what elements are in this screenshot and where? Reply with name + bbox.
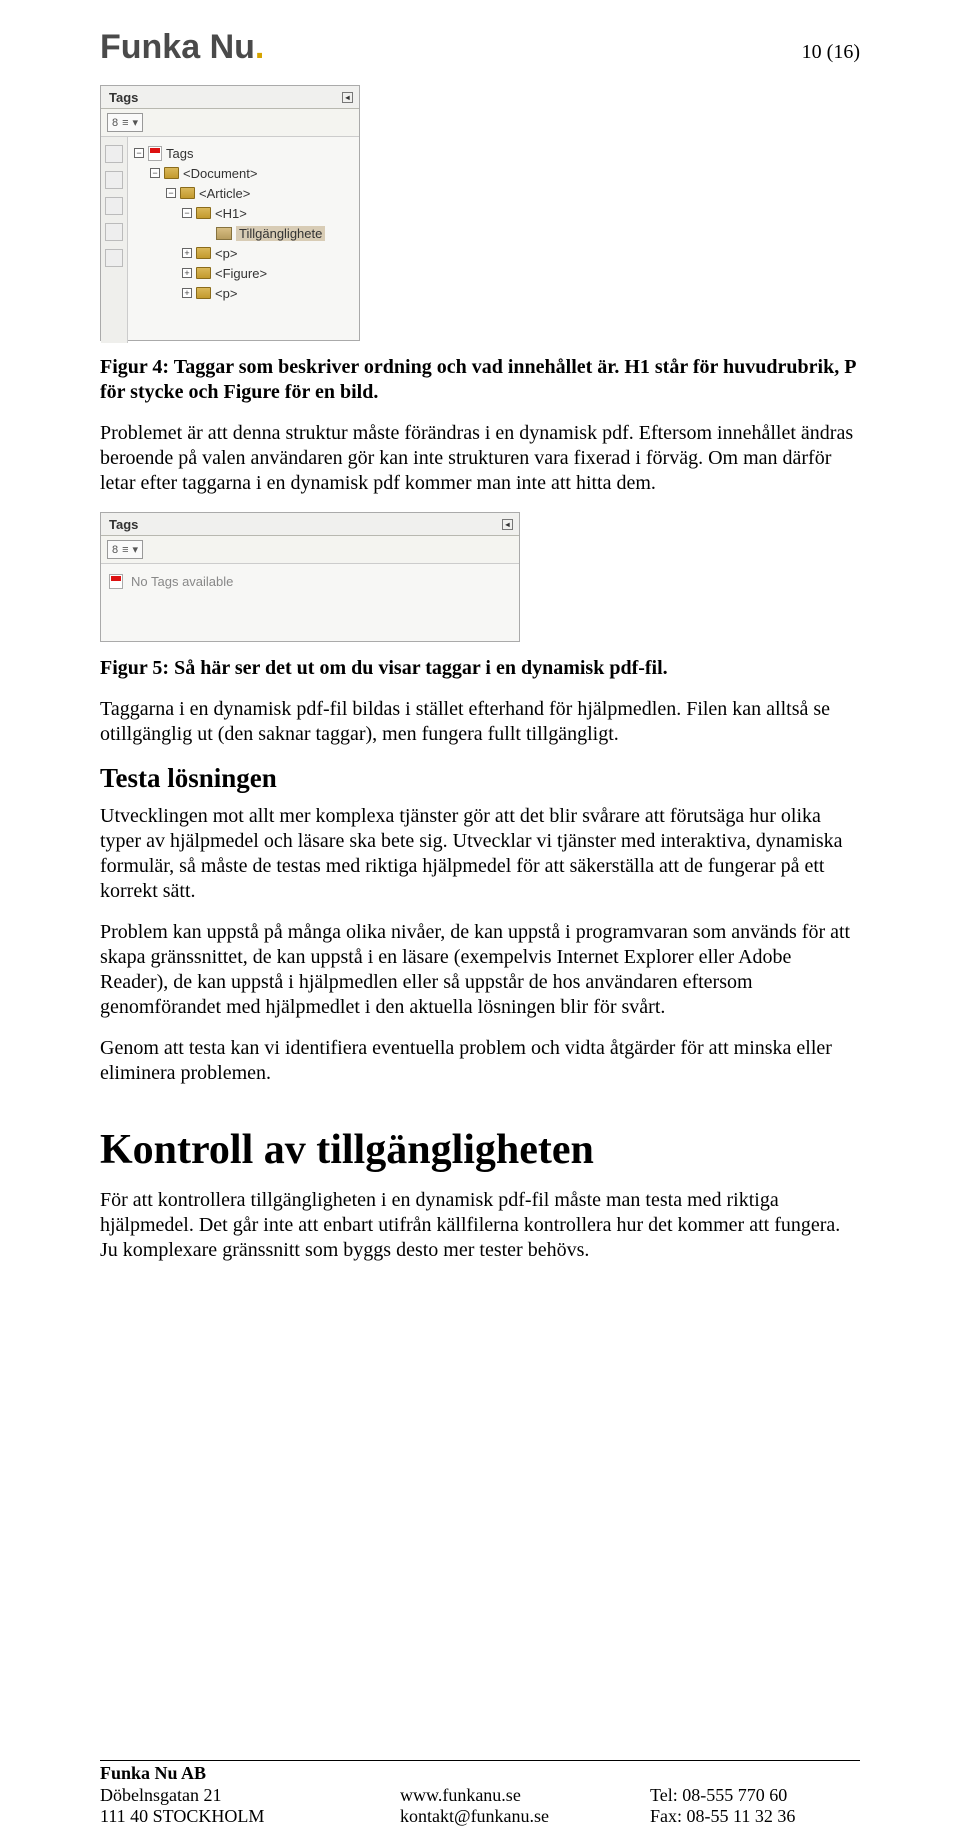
side-icon bbox=[105, 223, 123, 241]
tags-panel-screenshot-1: Tags ◂ 8 ≡ ▾ − Tags bbox=[100, 85, 360, 341]
dropdown-label: 8 bbox=[112, 544, 118, 556]
tree-row-p2: + <p> bbox=[134, 283, 355, 303]
tree-label: <Article> bbox=[199, 186, 250, 201]
footer-url: www.funkanu.se bbox=[400, 1785, 650, 1807]
collapse-icon: − bbox=[166, 188, 176, 198]
logo-text: Funka Nu bbox=[100, 28, 255, 66]
side-icon bbox=[105, 249, 123, 267]
page-header: Funka Nu. 10 (16) bbox=[100, 28, 860, 67]
tag-icon bbox=[196, 247, 211, 259]
tag-icon bbox=[180, 187, 195, 199]
tag-icon bbox=[196, 287, 211, 299]
chevron-down-icon: ▾ bbox=[133, 116, 139, 129]
dropdown-label: 8 bbox=[112, 117, 118, 129]
side-icon bbox=[105, 197, 123, 215]
logo-dot: . bbox=[255, 28, 264, 66]
collapse-icon: − bbox=[150, 168, 160, 178]
tree-label: <Figure> bbox=[215, 266, 267, 281]
panel-header: Tags ◂ bbox=[101, 513, 519, 536]
tree-row-p: + <p> bbox=[134, 243, 355, 263]
tree-row-content: Tillgänglighete bbox=[134, 223, 355, 243]
footer-email: kontakt@funkanu.se bbox=[400, 1806, 650, 1828]
pdf-icon bbox=[109, 574, 123, 589]
tree-label: <Document> bbox=[183, 166, 257, 181]
menu-icon: ≡ bbox=[122, 544, 128, 556]
side-toolbar bbox=[101, 137, 128, 343]
options-dropdown: 8 ≡ ▾ bbox=[107, 540, 143, 559]
tree-label: <p> bbox=[215, 246, 237, 261]
paragraph-2: Taggarna i en dynamisk pdf-fil bildas i … bbox=[100, 697, 860, 747]
menu-icon: ≡ bbox=[122, 117, 128, 129]
tree-label: <p> bbox=[215, 286, 237, 301]
panel-title: Tags bbox=[109, 90, 138, 105]
figure-5-caption: Figur 5: Så här ser det ut om du visar t… bbox=[100, 656, 860, 681]
tag-icon bbox=[196, 207, 211, 219]
footer-company: Funka Nu AB bbox=[100, 1763, 400, 1785]
tree-row-root: − Tags bbox=[134, 143, 355, 163]
tags-tree: − Tags − <Document> − <Article> − bbox=[128, 137, 359, 343]
panel-toolbar: 8 ≡ ▾ bbox=[101, 109, 359, 137]
footer-fax: Fax: 08-55 11 32 36 bbox=[650, 1806, 860, 1828]
paragraph-3: Utvecklingen mot allt mer komplexa tjäns… bbox=[100, 804, 860, 904]
panel-collapse-icon: ◂ bbox=[502, 519, 513, 530]
tree-label: Tags bbox=[166, 146, 193, 161]
panel-title: Tags bbox=[109, 517, 138, 532]
page-number: 10 (16) bbox=[802, 41, 860, 64]
tags-panel-screenshot-2: Tags ◂ 8 ≡ ▾ No Tags available bbox=[100, 512, 520, 642]
tree-row-h1: − <H1> bbox=[134, 203, 355, 223]
tree-row-article: − <Article> bbox=[134, 183, 355, 203]
panel-header: Tags ◂ bbox=[101, 86, 359, 109]
tree-label: <H1> bbox=[215, 206, 247, 221]
expand-icon: + bbox=[182, 288, 192, 298]
paragraph-5: Genom att testa kan vi identifiera event… bbox=[100, 1036, 860, 1086]
footer-addr2: 111 40 STOCKHOLM bbox=[100, 1806, 400, 1828]
paragraph-4: Problem kan uppstå på många olika nivåer… bbox=[100, 920, 860, 1020]
tree-row-figure: + <Figure> bbox=[134, 263, 355, 283]
tag-icon bbox=[196, 267, 211, 279]
expand-icon: + bbox=[182, 248, 192, 258]
footer-tel: Tel: 08-555 770 60 bbox=[650, 1785, 860, 1807]
side-icon bbox=[105, 145, 123, 163]
collapse-icon: − bbox=[134, 148, 144, 158]
tree-row-document: − <Document> bbox=[134, 163, 355, 183]
collapse-icon: − bbox=[182, 208, 192, 218]
paragraph-6: För att kontrollera tillgängligheten i e… bbox=[100, 1188, 860, 1263]
heading-testa: Testa lösningen bbox=[100, 763, 860, 794]
chevron-down-icon: ▾ bbox=[133, 543, 139, 556]
pdf-icon bbox=[148, 146, 162, 161]
figure-4-caption: Figur 4: Taggar som beskriver ordning oc… bbox=[100, 355, 860, 405]
panel-collapse-icon: ◂ bbox=[342, 92, 353, 103]
paragraph-1: Problemet är att denna struktur måste fö… bbox=[100, 421, 860, 496]
page-footer: Funka Nu AB Döbelnsgatan 21 www.funkanu.… bbox=[100, 1760, 860, 1828]
no-tags-message: No Tags available bbox=[131, 574, 233, 589]
footer-addr1: Döbelnsgatan 21 bbox=[100, 1785, 400, 1807]
tree-label-selected: Tillgänglighete bbox=[236, 226, 325, 241]
logo: Funka Nu. bbox=[100, 28, 264, 67]
expand-icon: + bbox=[182, 268, 192, 278]
tag-icon bbox=[164, 167, 179, 179]
panel-toolbar: 8 ≡ ▾ bbox=[101, 536, 519, 564]
options-dropdown: 8 ≡ ▾ bbox=[107, 113, 143, 132]
heading-kontroll: Kontroll av tillgängligheten bbox=[100, 1126, 860, 1174]
side-icon bbox=[105, 171, 123, 189]
content-icon bbox=[216, 227, 232, 240]
